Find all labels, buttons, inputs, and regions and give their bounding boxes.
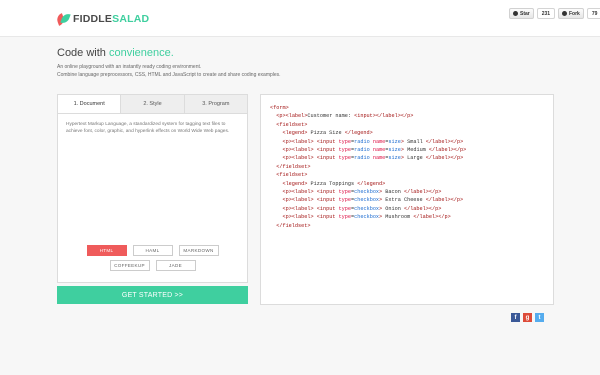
logo-text-salad: SALAD xyxy=(112,13,150,25)
github-fork-label: Fork xyxy=(569,10,580,17)
code-line: <p><label> <input type=checkbox> Bacon <… xyxy=(282,189,442,196)
code-line: <form> xyxy=(270,105,289,111)
code-line: </fieldset> xyxy=(276,163,311,170)
facebook-icon[interactable]: f xyxy=(511,313,520,322)
code-line: <legend> Pizza Toppings </legend> xyxy=(282,180,386,187)
github-star-widget: Star 231 xyxy=(509,8,556,19)
get-started-button[interactable]: GET STARTED >> xyxy=(57,286,248,304)
code-line: <p><label> <input type=checkbox> Extra C… xyxy=(282,197,464,204)
code-line: <p><label> <input type=checkbox> Mushroo… xyxy=(282,214,451,221)
github-octocat-icon xyxy=(513,11,518,16)
github-fork-count[interactable]: 79 xyxy=(586,8,600,19)
step-tabs: 1. Document 2. Style 3. Program xyxy=(58,95,247,114)
github-fork-button[interactable]: Fork xyxy=(558,8,584,19)
google-plus-icon[interactable]: g xyxy=(523,313,532,322)
logo[interactable]: FIDDLE SALAD xyxy=(55,11,150,27)
tab-style[interactable]: 2. Style xyxy=(120,95,184,113)
tab-document[interactable]: 1. Document xyxy=(58,95,121,113)
code-line: <fieldset> xyxy=(276,172,308,179)
lang-button-markdown[interactable]: MARKDOWN xyxy=(178,245,219,256)
code-line: <fieldset> xyxy=(276,121,308,128)
code-line: <p><label>Customer name: <input></label>… xyxy=(276,113,414,120)
hero-subtitle: An online playground with an instantly r… xyxy=(57,64,357,79)
top-bar: FIDDLE SALAD Star 231 Fork 79 xyxy=(0,0,600,37)
social-share: f g t xyxy=(508,313,544,322)
steps-panel: 1. Document 2. Style 3. Program Hypertex… xyxy=(57,94,248,283)
github-star-count[interactable]: 231 xyxy=(536,8,556,19)
code-line: <legend> Pizza Size </legend> xyxy=(282,130,373,137)
github-star-button[interactable]: Star xyxy=(509,8,534,19)
hero-subtitle-line: Combine language preprocessors, CSS, HTM… xyxy=(57,71,281,78)
lang-button-haml[interactable]: HAML xyxy=(132,245,173,256)
code-line: <p><label> <input type=checkbox> Onion <… xyxy=(282,205,442,212)
hero-title-prefix: Code with xyxy=(57,47,109,59)
hero-title: Code with convienence. xyxy=(57,47,174,59)
github-fork-widget: Fork 79 xyxy=(558,8,600,19)
github-star-label: Star xyxy=(520,10,530,17)
lang-button-jade[interactable]: JADE xyxy=(155,260,196,271)
code-line: <p><label> <input type=radio name=size> … xyxy=(282,138,464,145)
language-description: Hypertext Markup Language, a standardize… xyxy=(66,122,230,134)
leaf-logo-icon xyxy=(55,12,71,26)
lang-button-coffeekup[interactable]: COFFEEKUP xyxy=(109,260,150,271)
language-selector: HTML HAML MARKDOWN COFFEEKUP JADE xyxy=(58,245,247,275)
code-preview-panel: <form> <p><label>Customer name: <input><… xyxy=(260,94,554,305)
hero-subtitle-line: An online playground with an instantly r… xyxy=(57,64,202,70)
code-line: <p><label> <input type=radio name=size> … xyxy=(282,155,464,162)
code-line: <p><label> <input type=radio name=size> … xyxy=(282,147,467,154)
lang-button-html[interactable]: HTML xyxy=(86,245,127,256)
logo-text-fiddle: FIDDLE xyxy=(73,13,113,25)
code-line: </fieldset> xyxy=(276,222,311,229)
hero-title-accent: convienence. xyxy=(108,47,174,59)
tab-program[interactable]: 3. Program xyxy=(183,95,247,113)
code-preview: <form> <p><label>Customer name: <input><… xyxy=(270,104,466,230)
twitter-icon[interactable]: t xyxy=(535,313,544,322)
github-octocat-icon xyxy=(562,11,567,16)
